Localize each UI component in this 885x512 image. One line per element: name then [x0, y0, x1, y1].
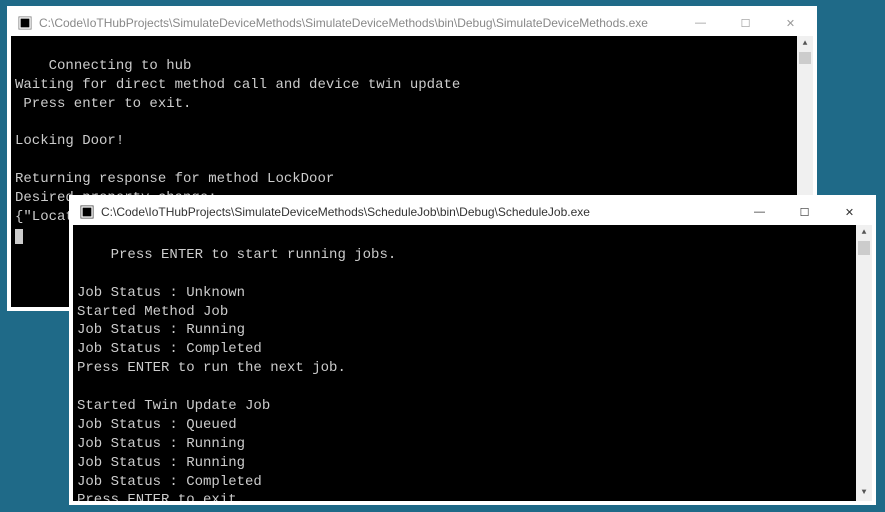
maximize-button[interactable]: ☐ — [782, 199, 827, 225]
text-cursor — [15, 229, 23, 244]
window-title: C:\Code\IoTHubProjects\SimulateDeviceMet… — [101, 205, 737, 219]
scroll-up-button[interactable]: ▲ — [856, 225, 872, 241]
close-button[interactable]: ✕ — [827, 199, 872, 225]
console-window-schedule-job: C:\Code\IoTHubProjects\SimulateDeviceMet… — [69, 195, 876, 505]
window-title: C:\Code\IoTHubProjects\SimulateDeviceMet… — [39, 16, 678, 30]
app-icon — [17, 15, 33, 31]
scrollbar[interactable]: ▲ ▼ — [856, 225, 872, 501]
maximize-button[interactable]: ☐ — [723, 10, 768, 36]
title-bar[interactable]: C:\Code\IoTHubProjects\SimulateDeviceMet… — [11, 10, 813, 36]
scroll-thumb[interactable] — [799, 52, 811, 64]
scroll-down-button[interactable]: ▼ — [856, 485, 872, 501]
app-icon — [79, 204, 95, 220]
close-button[interactable]: ✕ — [768, 10, 813, 36]
title-bar[interactable]: C:\Code\IoTHubProjects\SimulateDeviceMet… — [73, 199, 872, 225]
scroll-up-button[interactable]: ▲ — [797, 36, 813, 52]
minimize-button[interactable]: — — [737, 199, 782, 225]
console-output[interactable]: Press ENTER to start running jobs. Job S… — [73, 225, 872, 501]
console-text: Press ENTER to start running jobs. Job S… — [77, 247, 396, 501]
minimize-button[interactable]: — — [678, 10, 723, 36]
scroll-thumb[interactable] — [858, 241, 870, 255]
